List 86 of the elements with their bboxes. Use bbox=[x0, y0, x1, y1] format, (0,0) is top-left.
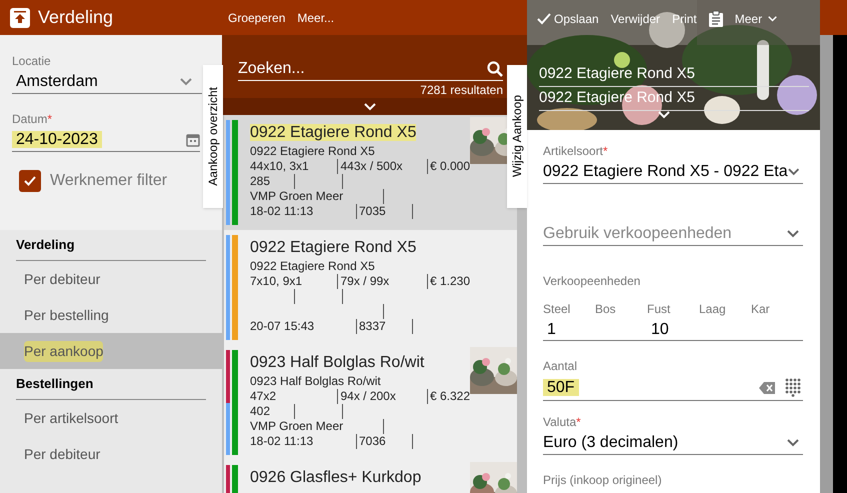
clipboard-icon[interactable] bbox=[708, 11, 723, 27]
size-text: 7x10, 9x1 bbox=[250, 274, 304, 289]
purchase-item[interactable]: 0926 Glasfles+ Kurkdop bbox=[224, 460, 517, 493]
purchase-title: 0926 Glasfles+ Kurkdop bbox=[250, 469, 422, 486]
unit-label: Steel bbox=[543, 301, 572, 318]
purchase-subtitle: 0922 Etagiere Rond X5 bbox=[250, 144, 376, 159]
field-label: Prijs (inkoop origineel) bbox=[543, 472, 663, 489]
section-heading: Bestellingen bbox=[16, 374, 94, 393]
chevron-down-icon bbox=[788, 168, 799, 176]
purchase-subtitle: 0922 Etagiere Rond X5 bbox=[250, 259, 376, 274]
section-heading: Verdeling bbox=[16, 236, 75, 254]
check-icon bbox=[537, 13, 551, 25]
purchase-title: 0922 Etagiere Rond X5 bbox=[250, 124, 416, 141]
price-text: € 1.230 bbox=[428, 274, 470, 289]
check-icon bbox=[23, 174, 37, 188]
field-label: Locatie bbox=[12, 53, 52, 70]
search-icon[interactable] bbox=[487, 60, 503, 76]
price-text: € 6.322 bbox=[428, 389, 470, 404]
purchase-subtitle: 0923 Half Bolglas Ro/wit bbox=[250, 374, 382, 389]
unit-label: Fust bbox=[647, 301, 672, 318]
backspace-icon[interactable] bbox=[759, 382, 775, 394]
app-bar-end bbox=[820, 0, 847, 35]
price-text: € 0.000 bbox=[428, 159, 470, 174]
toolbar-button[interactable]: Verwijder bbox=[610, 10, 660, 28]
quantity-text: 94x / 200x bbox=[339, 389, 397, 404]
detail-title: 0922 Etagiere Rond X5 bbox=[539, 64, 809, 87]
caret-icon bbox=[768, 16, 778, 22]
quantity-text: 79x / 99x bbox=[339, 274, 390, 289]
quantity-field[interactable]: 50F bbox=[543, 375, 803, 401]
number-text: 7036 bbox=[358, 434, 387, 449]
side-tab[interactable]: Wijzig Aankoop bbox=[507, 65, 527, 208]
toolbar-button[interactable]: Meer... bbox=[297, 8, 334, 26]
field-label: Valuta* bbox=[543, 414, 582, 431]
purchase-item[interactable]: 0923 Half Bolglas Ro/wit 0923 Half Bolglas Ro/wit 47x2 94x / 200x € 6.322 402 VMP Groen Meer 18-02 11:13 7036 bbox=[224, 345, 517, 460]
chevron-down-icon bbox=[787, 230, 799, 238]
result-count: 7281 resultaten bbox=[420, 82, 503, 99]
select-field[interactable]: Euro (3 decimalen) bbox=[543, 431, 803, 455]
expand-icon bbox=[658, 111, 670, 119]
search-field[interactable]: Zoeken... bbox=[238, 57, 503, 81]
date-field[interactable]: 24-10-2023 bbox=[12, 128, 200, 152]
keypad-icon[interactable] bbox=[785, 378, 801, 397]
chevron-down-icon bbox=[787, 438, 799, 446]
number-text: 8337 bbox=[358, 319, 387, 334]
app-logo-icon bbox=[10, 8, 30, 28]
toolbar-button[interactable]: Print bbox=[672, 10, 697, 28]
size-text: 44x10, 3x1 bbox=[250, 159, 310, 174]
select-field[interactable]: Gebruik verkoopeenheden bbox=[543, 222, 803, 246]
calendar-icon[interactable] bbox=[186, 132, 200, 146]
select-field[interactable]: 0922 Etagiere Rond X5 - 0922 Eta bbox=[543, 160, 803, 184]
size-text: 47x2 bbox=[250, 389, 278, 404]
chevron-down-icon bbox=[180, 78, 192, 86]
unit-label: Laag bbox=[699, 301, 727, 318]
unit-value[interactable]: 1 bbox=[547, 321, 556, 338]
field-label: Aantal bbox=[543, 358, 578, 375]
checkbox-label: Werknemer filter bbox=[50, 171, 168, 191]
supplier-text: VMP Groen Meer bbox=[250, 419, 344, 433]
menu-item[interactable]: Per artikelsoort bbox=[0, 400, 222, 436]
supplier-text: VMP Groen Meer bbox=[250, 189, 344, 203]
expand-icon bbox=[364, 102, 376, 110]
unit-label: Kar bbox=[751, 301, 771, 318]
field-label: Verkoopeenheden bbox=[543, 273, 642, 290]
purchase-item[interactable]: 0922 Etagiere Rond X5 0922 Etagiere Rond X5 7x10, 9x1 79x / 99x € 1.230 20-07 15:43 8337 bbox=[224, 230, 517, 345]
purchase-title: 0923 Half Bolglas Ro/wit bbox=[250, 354, 424, 371]
number-text: 7035 bbox=[358, 204, 387, 219]
menu-item[interactable]: Per bestelling bbox=[0, 297, 222, 333]
toolbar-button[interactable]: Groeperen bbox=[228, 8, 286, 26]
time-text: 18-02 11:13 bbox=[250, 204, 314, 219]
quantity-text: 443x / 500x bbox=[339, 159, 404, 174]
count-text: 402 bbox=[250, 404, 270, 418]
save-button[interactable]: Opslaan bbox=[537, 10, 599, 28]
time-text: 20-07 15:43 bbox=[250, 319, 316, 334]
more-menu-button[interactable]: Meer bbox=[734, 10, 778, 28]
time-text: 18-02 11:13 bbox=[250, 434, 314, 449]
count-text: 285 bbox=[250, 174, 270, 188]
unit-label: Bos bbox=[595, 301, 617, 318]
side-tab[interactable]: Aankoop overzicht bbox=[203, 65, 223, 208]
field-label: Datum* bbox=[12, 111, 54, 128]
menu-item[interactable]: Per aankoop bbox=[0, 333, 222, 369]
purchase-title: 0922 Etagiere Rond X5 bbox=[250, 239, 416, 256]
location-select[interactable]: Amsterdam bbox=[12, 70, 202, 94]
unit-value[interactable]: 10 bbox=[651, 321, 669, 338]
field-label: Artikelsoort* bbox=[543, 143, 609, 160]
checkbox[interactable] bbox=[19, 170, 41, 192]
menu-item[interactable]: Per debiteur bbox=[0, 436, 222, 472]
app-title: Verdeling bbox=[38, 6, 114, 29]
menu-item[interactable]: Per debiteur bbox=[0, 261, 222, 297]
